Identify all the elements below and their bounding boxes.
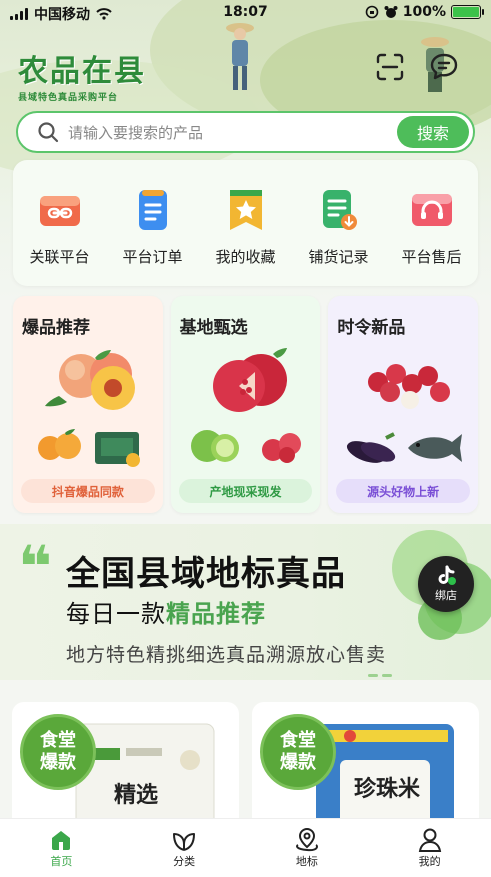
card-tag: 源头好物上新 (336, 479, 471, 503)
headset-icon (410, 188, 454, 232)
battery-percent: 100% (402, 4, 446, 20)
search-input[interactable]: 请输入要搜索的产品 (68, 122, 397, 143)
bottom-tab-bar: 首页 分类 地标 我的 (0, 818, 491, 877)
svg-text:珍珠米: 珍珠米 (354, 776, 421, 802)
quick-item-platform-orders[interactable]: 平台订单 (110, 188, 196, 286)
orange-image (38, 429, 81, 460)
eggplant-image (347, 432, 396, 463)
home-icon (0, 827, 123, 853)
card-title: 时令新品 (337, 318, 406, 338)
quick-item-label: 铺货记录 (308, 248, 369, 266)
logo-title: 农品在县 (18, 54, 146, 89)
banner-subheadline: 每日一款精品推荐 (66, 600, 266, 628)
order-icon (131, 188, 175, 232)
quick-item-label: 平台订单 (122, 248, 183, 266)
quick-item-my-favorites[interactable]: 我的收藏 (203, 188, 289, 286)
tab-label: 首页 (50, 855, 73, 868)
search-icon (36, 120, 60, 144)
farmer-illustration (226, 23, 254, 90)
record-icon (317, 188, 361, 232)
quick-item-stock-records[interactable]: 铺货记录 (296, 188, 382, 286)
tab-landmark[interactable]: 地标 (246, 819, 369, 877)
leaf-icon (123, 827, 246, 853)
product-list: 精选 食堂 爆款 珍珠米 食堂 爆款 (0, 690, 491, 842)
tab-label: 地标 (295, 855, 318, 868)
tiktok-icon (438, 565, 456, 585)
alarm-icon (384, 6, 398, 18)
tab-mine[interactable]: 我的 (368, 819, 491, 877)
plum-image (261, 433, 301, 463)
message-button[interactable] (427, 50, 461, 84)
bind-store-button[interactable]: 绑店 (418, 556, 474, 612)
user-icon (368, 827, 491, 853)
product-badge: 食堂 爆款 (260, 714, 336, 790)
quick-item-after-sales[interactable]: 平台售后 (389, 188, 475, 286)
search-button[interactable]: 搜索 (397, 116, 469, 148)
app-logo: 农品在县 县域特色真品采购平台 (18, 46, 146, 103)
message-icon (430, 53, 458, 80)
search-bar: 请输入要搜索的产品 搜索 (16, 111, 475, 153)
status-bar: 中国移动 18:07 100% (0, 0, 491, 26)
tab-home[interactable]: 首页 (0, 819, 123, 877)
feature-card-hot-products[interactable]: 爆品推荐 抖音爆品同款 (13, 296, 163, 513)
scan-icon (376, 53, 404, 81)
lychee-image (368, 364, 451, 409)
banner-description: 地方特色精挑细选真品溯源放心售卖 (66, 644, 387, 666)
orientation-lock-icon (365, 5, 379, 19)
quick-item-label: 我的收藏 (215, 248, 276, 266)
card-tag: 抖音爆品同款 (21, 479, 155, 503)
battery-icon (451, 5, 484, 19)
feature-card-base-selection[interactable]: 基地甄选 产地现采现发 (170, 296, 321, 513)
quick-item-link-platform[interactable]: 关联平台 (17, 188, 103, 286)
quick-item-label: 关联平台 (29, 248, 90, 266)
card-tag: 产地现采现发 (178, 479, 313, 503)
tab-label: 我的 (418, 855, 441, 868)
card-title: 爆品推荐 (22, 318, 90, 338)
fish-image (408, 434, 463, 462)
quick-item-label: 平台售后 (401, 248, 462, 266)
tab-category[interactable]: 分类 (123, 819, 246, 877)
lime-image (190, 430, 239, 462)
gift-box-image (95, 432, 140, 467)
pomegranate-image (212, 348, 287, 412)
peach-image (45, 350, 135, 410)
logo-subtitle: 县域特色真品采购平台 (18, 93, 119, 103)
product-badge: 食堂 爆款 (20, 714, 96, 790)
tab-label: 分类 (173, 855, 196, 868)
card-title: 基地甄选 (179, 318, 248, 338)
quote-icon: ❝ (18, 533, 53, 601)
svg-text:精选: 精选 (114, 782, 158, 808)
star-icon (224, 188, 268, 232)
banner-indicator (368, 674, 392, 677)
banner-headline: 全国县域地标真品 (66, 554, 346, 594)
location-icon (246, 827, 369, 853)
bind-store-label: 绑店 (435, 589, 457, 602)
quick-menu: 关联平台 平台订单 我的收藏 铺货记录 平台售后 (13, 160, 478, 286)
feature-card-seasonal-new[interactable]: 时令新品 源头好物上新 (328, 296, 479, 513)
promo-banner[interactable]: ❝ 全国县域地标真品 每日一款精品推荐 地方特色精挑细选真品溯源放心售卖 (0, 524, 491, 680)
scan-button[interactable] (373, 50, 407, 84)
link-icon (38, 188, 82, 232)
feature-cards: 爆品推荐 抖音爆品同款 基地甄选 产地现采现发 时令新品 源头好物上新 (13, 296, 479, 513)
